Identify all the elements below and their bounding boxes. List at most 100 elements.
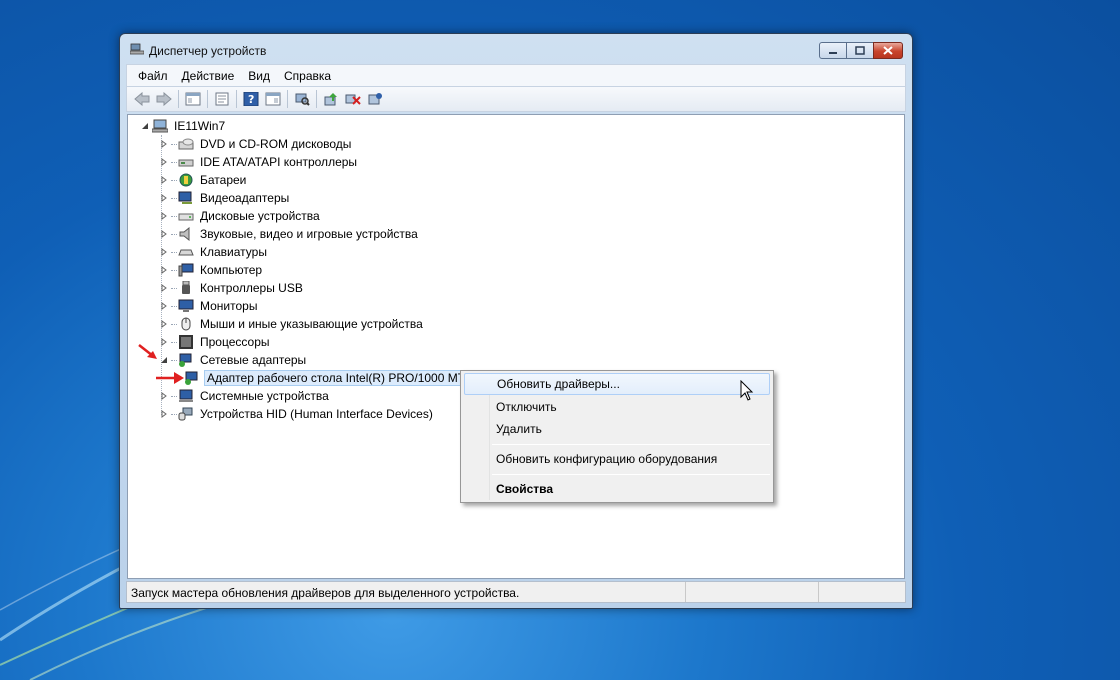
tree-category-computer[interactable]: Компьютер	[128, 261, 904, 279]
close-icon	[883, 46, 893, 55]
menu-action[interactable]: Действие	[175, 69, 242, 83]
speaker-icon	[178, 226, 194, 242]
tree-category-network[interactable]: Сетевые адаптеры	[128, 351, 904, 369]
forward-icon	[156, 92, 172, 106]
menu-help[interactable]: Справка	[277, 69, 338, 83]
status-text: Запуск мастера обновления драйверов для …	[127, 582, 686, 602]
close-button[interactable]	[873, 42, 903, 59]
properties-icon	[215, 92, 229, 106]
tree-category-usb[interactable]: Контроллеры USB	[128, 279, 904, 297]
device-tree-pane[interactable]: IE11Win7 DVD и CD-ROM дисководы IDE ATA/…	[127, 114, 905, 579]
tree-root-label: IE11Win7	[174, 119, 226, 133]
menu-properties[interactable]: Свойства	[464, 478, 770, 500]
tree-category-dvd[interactable]: DVD и CD-ROM дисководы	[128, 135, 904, 153]
expand-arrow-icon[interactable]	[159, 301, 169, 311]
mouse-icon	[178, 316, 194, 332]
annotation-arrow-icon	[156, 372, 184, 384]
expand-arrow-icon[interactable]	[159, 247, 169, 257]
status-panel	[686, 582, 819, 602]
computer-icon	[178, 262, 194, 278]
expand-arrow-icon[interactable]	[159, 229, 169, 239]
title-bar[interactable]: Диспетчер устройств	[120, 34, 912, 64]
back-button[interactable]	[131, 88, 153, 110]
tree-category-monitors[interactable]: Мониторы	[128, 297, 904, 315]
dvd-drive-icon	[178, 136, 194, 152]
menu-bar: Файл Действие Вид Справка	[126, 64, 906, 86]
expand-arrow-icon[interactable]	[159, 283, 169, 293]
tree-category-sound[interactable]: Звуковые, видео и игровые устройства	[128, 225, 904, 243]
network-adapter-icon	[178, 352, 194, 368]
expand-arrow-icon[interactable]	[159, 157, 169, 167]
uninstall-button[interactable]	[364, 88, 386, 110]
tree-category-ide[interactable]: IDE ATA/ATAPI контроллеры	[128, 153, 904, 171]
menu-uninstall[interactable]: Удалить	[464, 418, 770, 440]
tree-category-disks[interactable]: Дисковые устройства	[128, 207, 904, 225]
monitor-icon	[178, 298, 194, 314]
view-button[interactable]	[262, 88, 284, 110]
window-title: Диспетчер устройств	[149, 44, 267, 58]
expand-arrow-icon[interactable]	[159, 391, 169, 401]
menu-disable[interactable]: Отключить	[464, 396, 770, 418]
processor-icon	[178, 334, 194, 350]
expand-arrow-icon[interactable]	[159, 139, 169, 149]
display-adapter-icon	[178, 190, 194, 206]
tree-root[interactable]: IE11Win7	[128, 117, 904, 135]
properties-button[interactable]	[211, 88, 233, 110]
expand-arrow-icon[interactable]	[159, 211, 169, 221]
ide-controller-icon	[178, 154, 194, 170]
forward-button[interactable]	[153, 88, 175, 110]
menu-file[interactable]: Файл	[131, 69, 175, 83]
device-manager-icon	[130, 43, 144, 55]
mouse-cursor-icon	[740, 380, 754, 401]
update-driver-icon	[324, 93, 337, 106]
expand-arrow-icon[interactable]	[159, 319, 169, 329]
help-button[interactable]: ?	[240, 88, 262, 110]
tree-category-label: Мыши и иные указывающие устройства	[200, 317, 423, 331]
view-icon	[265, 92, 281, 106]
disk-drive-icon	[178, 208, 194, 224]
status-bar: Запуск мастера обновления драйверов для …	[126, 581, 906, 603]
tree-category-label: Системные устройства	[200, 389, 329, 403]
tree-category-label: Звуковые, видео и игровые устройства	[200, 227, 418, 241]
battery-icon	[178, 172, 194, 188]
tree-category-mice[interactable]: Мыши и иные указывающие устройства	[128, 315, 904, 333]
expand-arrow-icon[interactable]	[159, 193, 169, 203]
expand-arrow-icon[interactable]	[159, 409, 169, 419]
tree-category-label: Сетевые адаптеры	[200, 353, 307, 367]
menu-view[interactable]: Вид	[241, 69, 277, 83]
toolbar-separator	[316, 90, 317, 108]
keyboard-icon	[178, 244, 194, 260]
tree-category-label: Видеоадаптеры	[200, 191, 290, 205]
maximize-button[interactable]	[846, 42, 874, 59]
tree-category-label: IDE ATA/ATAPI контроллеры	[200, 155, 358, 169]
tree-category-keyboards[interactable]: Клавиатуры	[128, 243, 904, 261]
usb-icon	[178, 280, 194, 296]
update-driver-button[interactable]	[320, 88, 342, 110]
context-menu: Обновить драйверы... Отключить Удалить О…	[460, 370, 774, 503]
toolbar-separator	[178, 90, 179, 108]
expand-arrow-icon[interactable]	[159, 265, 169, 275]
scan-hardware-icon	[295, 93, 310, 106]
minimize-button[interactable]	[819, 42, 847, 59]
network-adapter-icon	[184, 370, 200, 386]
back-icon	[134, 92, 150, 106]
tree-category-batteries[interactable]: Батареи	[128, 171, 904, 189]
tree-category-label: Клавиатуры	[200, 245, 267, 259]
tree-category-label: Процессоры	[200, 335, 270, 349]
device-manager-window: Диспетчер устройств Файл Действие Вид Сп…	[119, 33, 913, 609]
collapse-arrow-icon[interactable]	[140, 121, 150, 131]
disable-device-button[interactable]	[342, 88, 364, 110]
tree-category-processors[interactable]: Процессоры	[128, 333, 904, 351]
menu-update-drivers[interactable]: Обновить драйверы...	[464, 373, 770, 395]
scan-hardware-button[interactable]	[291, 88, 313, 110]
status-panel	[819, 582, 905, 602]
expand-arrow-icon[interactable]	[159, 175, 169, 185]
toolbar: ?	[126, 86, 906, 112]
computer-icon	[152, 118, 168, 134]
tree-category-label: Дисковые устройства	[200, 209, 320, 223]
menu-scan-hardware[interactable]: Обновить конфигурацию оборудования	[464, 448, 770, 470]
selected-device-label: Адаптер рабочего стола Intel(R) PRO/1000…	[204, 370, 469, 386]
tree-category-video[interactable]: Видеоадаптеры	[128, 189, 904, 207]
svg-text:?: ?	[248, 93, 254, 106]
console-tree-button[interactable]	[182, 88, 204, 110]
